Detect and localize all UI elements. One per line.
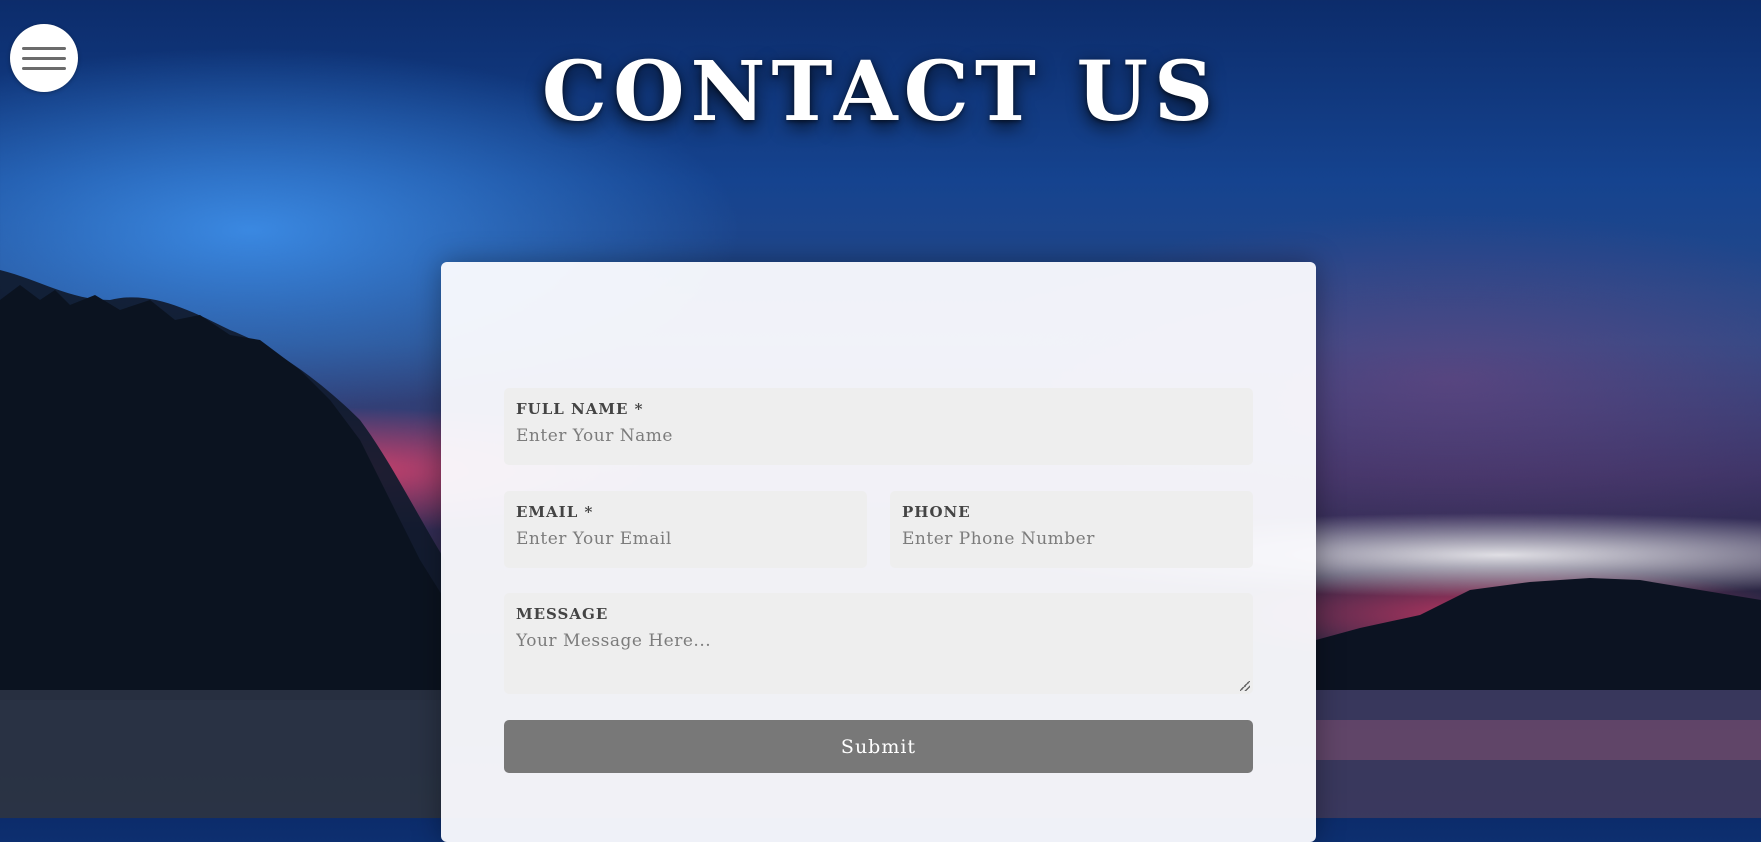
email-input[interactable]: [516, 529, 851, 549]
full-name-input[interactable]: [516, 426, 1236, 446]
email-field: EMAIL *: [504, 491, 867, 568]
phone-label: PHONE: [902, 503, 971, 521]
full-name-label: FULL NAME *: [516, 400, 644, 418]
resize-grip-icon[interactable]: [1240, 681, 1250, 691]
message-label: MESSAGE: [516, 605, 609, 623]
message-field: MESSAGE: [504, 593, 1253, 694]
left-water: [0, 690, 445, 818]
right-water-reflection: [1316, 720, 1761, 760]
phone-input[interactable]: [902, 529, 1237, 549]
page-title: CONTACT US: [541, 44, 1220, 140]
email-label: EMAIL *: [516, 503, 594, 521]
left-trees-silhouette: [0, 285, 445, 700]
contact-form-card: FULL NAME * EMAIL * PHONE MESSAGE Submit: [441, 262, 1316, 842]
phone-field: PHONE: [890, 491, 1253, 568]
full-name-field: FULL NAME *: [504, 388, 1253, 465]
submit-button[interactable]: Submit: [504, 720, 1253, 773]
right-hill-silhouette: [1316, 578, 1761, 690]
message-textarea[interactable]: [516, 631, 1236, 677]
